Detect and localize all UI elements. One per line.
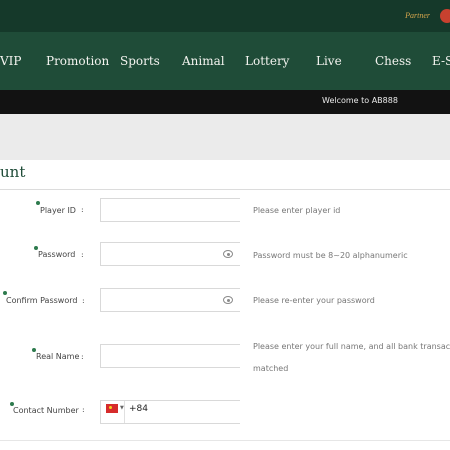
player-id-hint: Please enter player id (253, 206, 341, 215)
show-password-eye-icon[interactable] (223, 296, 233, 304)
contact-number-label: Contact Number (13, 406, 79, 415)
password-label: Password (38, 250, 76, 259)
label-colon: : (81, 250, 84, 259)
ticker-text: Welcome to AB888 (322, 96, 398, 105)
nav-item-lottery[interactable]: Lottery (245, 54, 289, 68)
dial-code: +84 (129, 404, 148, 414)
nav-item-vip[interactable]: VIP (0, 54, 21, 68)
nav-item-promotion[interactable]: Promotion (46, 54, 109, 68)
player-id-label: Player ID (40, 206, 76, 215)
top-bar: Partner (0, 0, 450, 32)
real-name-label: Real Name (36, 352, 80, 361)
label-colon: : (82, 296, 85, 305)
partner-link[interactable]: Partner (405, 11, 430, 20)
announcement-ticker: Welcome to AB888 (0, 90, 450, 114)
password-input[interactable] (100, 242, 240, 266)
required-mark (36, 201, 40, 205)
required-mark (3, 291, 7, 295)
confirm-password-hint: Please re-enter your password (253, 296, 375, 305)
real-name-hint-cont: matched (253, 364, 289, 373)
nav-item-chess[interactable]: Chess (375, 54, 411, 68)
nav-item-animal[interactable]: Animal (182, 54, 225, 68)
page-title: unt (0, 163, 26, 181)
contact-number-input[interactable] (100, 400, 240, 424)
confirm-password-label: Confirm Password (6, 296, 78, 305)
partner-badge-icon[interactable] (440, 9, 450, 23)
real-name-hint: Please enter your full name, and all ban… (253, 342, 450, 351)
title-divider (0, 189, 450, 190)
label-colon: : (81, 205, 84, 214)
nav-item-esports[interactable]: E-S (432, 54, 450, 68)
nav-item-sports[interactable]: Sports (120, 54, 160, 68)
player-id-input[interactable] (100, 198, 240, 222)
label-colon: : (81, 352, 84, 361)
vietnam-flag-icon[interactable] (106, 404, 118, 413)
confirm-password-input[interactable] (100, 288, 240, 312)
main-nav: VIP Promotion Sports Animal Lottery Live… (0, 32, 450, 90)
show-password-eye-icon[interactable] (223, 250, 233, 258)
nav-item-live[interactable]: Live (316, 54, 342, 68)
banner-area (0, 114, 450, 160)
label-colon: : (82, 405, 85, 414)
dial-code-divider (124, 401, 125, 423)
password-hint: Password must be 8~20 alphanumeric (253, 251, 408, 260)
form-divider (0, 440, 450, 441)
real-name-input[interactable] (100, 344, 240, 368)
